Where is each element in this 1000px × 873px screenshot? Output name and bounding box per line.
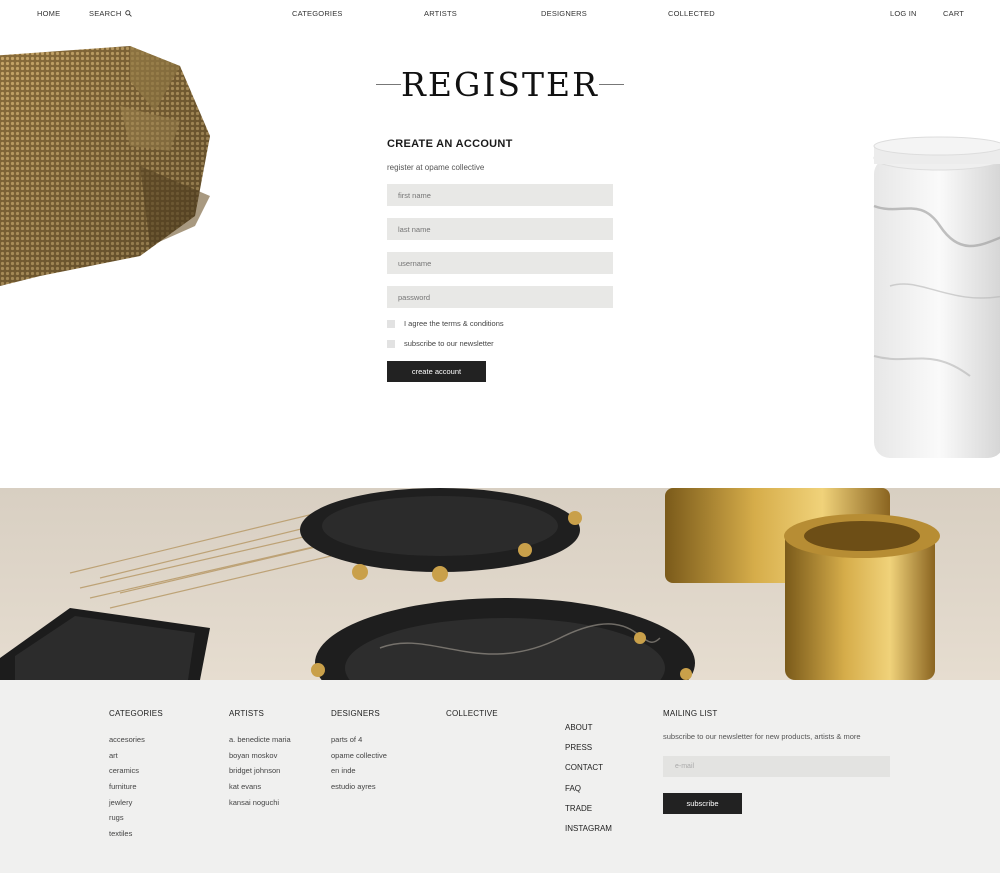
nav-login-link[interactable]: LOG IN bbox=[890, 9, 917, 18]
register-form: CREATE AN ACCOUNT register at opame coll… bbox=[387, 138, 613, 382]
footer-category-link[interactable]: accesories bbox=[109, 732, 163, 748]
title-divider-left bbox=[376, 83, 402, 85]
form-heading: CREATE AN ACCOUNT bbox=[387, 138, 513, 150]
footer-designers: DESIGNERS parts of 4 opame collective en… bbox=[331, 709, 387, 795]
footer-designers-list: parts of 4 opame collective en inde estu… bbox=[331, 732, 387, 795]
footer-designers-heading[interactable]: DESIGNERS bbox=[331, 709, 387, 718]
footer-about-link[interactable]: ABOUT bbox=[565, 723, 612, 743]
footer-artist-link[interactable]: bridget johnson bbox=[229, 763, 291, 779]
first-name-field[interactable] bbox=[387, 184, 613, 206]
page-title: REGISTER bbox=[401, 64, 599, 104]
footer-collective: COLLECTIVE bbox=[446, 709, 498, 718]
footer-categories-list: accesories art ceramics furniture jewler… bbox=[109, 732, 163, 842]
register-hero: REGISTER CREATE AN ACCOUNT register at o… bbox=[0, 26, 1000, 488]
footer-artist-link[interactable]: a. benedicte maria bbox=[229, 732, 291, 748]
footer-about: ABOUT PRESS CONTACT FAQ TRADE INSTAGRAM bbox=[565, 709, 612, 844]
footer-instagram-link[interactable]: INSTAGRAM bbox=[565, 824, 612, 844]
footer-designer-link[interactable]: estudio ayres bbox=[331, 779, 387, 795]
footer-designer-link[interactable]: opame collective bbox=[331, 748, 387, 764]
nav-collected-link[interactable]: COLLECTED bbox=[668, 9, 715, 18]
footer-artist-link[interactable]: kat evans bbox=[229, 779, 291, 795]
newsletter-row: subscribe to our newsletter bbox=[387, 339, 613, 348]
product-lifestyle-photo bbox=[0, 488, 1000, 680]
nav-search[interactable]: SEARCH bbox=[89, 9, 133, 18]
nav-home-link[interactable]: HOME bbox=[37, 9, 60, 18]
password-field[interactable] bbox=[387, 286, 613, 308]
search-icon bbox=[125, 10, 133, 17]
footer-category-link[interactable]: ceramics bbox=[109, 763, 163, 779]
product-photo-illustration bbox=[0, 488, 1000, 680]
footer-artist-link[interactable]: boyan moskov bbox=[229, 748, 291, 764]
footer-faq-link[interactable]: FAQ bbox=[565, 784, 612, 804]
footer-category-link[interactable]: textiles bbox=[109, 826, 163, 842]
footer-press-link[interactable]: PRESS bbox=[565, 743, 612, 763]
form-subheading: register at opame collective bbox=[387, 163, 485, 172]
nav-search-label: SEARCH bbox=[89, 9, 122, 18]
footer-contact-link[interactable]: CONTACT bbox=[565, 763, 612, 783]
footer-categories-heading[interactable]: CATEGORIES bbox=[109, 709, 163, 718]
footer-designer-link[interactable]: parts of 4 bbox=[331, 732, 387, 748]
mailing-list-description: subscribe to our newsletter for new prod… bbox=[663, 732, 861, 741]
footer-artist-link[interactable]: kansai noguchi bbox=[229, 795, 291, 811]
footer-designer-link[interactable]: en inde bbox=[331, 763, 387, 779]
mailing-list-heading: MAILING LIST bbox=[663, 709, 718, 718]
title-divider-right bbox=[598, 83, 624, 85]
footer-category-link[interactable]: rugs bbox=[109, 810, 163, 826]
create-account-button[interactable]: create account bbox=[387, 361, 486, 382]
footer-categories: CATEGORIES accesories art ceramics furni… bbox=[109, 709, 163, 842]
gold-sculpture-image bbox=[0, 46, 210, 286]
username-field[interactable] bbox=[387, 252, 613, 274]
footer-artists-list: a. benedicte maria boyan moskov bridget … bbox=[229, 732, 291, 810]
footer-category-link[interactable]: jewlery bbox=[109, 795, 163, 811]
agree-terms-row: I agree the terms & conditions bbox=[387, 319, 613, 328]
nav-cart-link[interactable]: CART bbox=[943, 9, 964, 18]
footer-mailing-list: MAILING LIST subscribe to our newsletter… bbox=[663, 709, 890, 814]
nav-categories-link[interactable]: CATEGORIES bbox=[292, 9, 343, 18]
newsletter-checkbox[interactable] bbox=[387, 339, 395, 348]
top-navigation: HOME SEARCH CATEGORIES ARTISTS DESIGNERS… bbox=[0, 0, 1000, 26]
nav-designers-link[interactable]: DESIGNERS bbox=[541, 9, 587, 18]
footer-artists-heading[interactable]: ARTISTS bbox=[229, 709, 291, 718]
footer-category-link[interactable]: furniture bbox=[109, 779, 163, 795]
agree-terms-label: I agree the terms & conditions bbox=[404, 319, 504, 328]
footer-trade-link[interactable]: TRADE bbox=[565, 804, 612, 824]
form-fields bbox=[387, 184, 613, 308]
marble-vase-image bbox=[873, 136, 1000, 458]
footer-category-link[interactable]: art bbox=[109, 748, 163, 764]
last-name-field[interactable] bbox=[387, 218, 613, 240]
nav-artists-link[interactable]: ARTISTS bbox=[424, 9, 457, 18]
subscribe-button[interactable]: subscribe bbox=[663, 793, 742, 814]
newsletter-label: subscribe to our newsletter bbox=[404, 339, 494, 348]
email-field[interactable]: e-mail bbox=[663, 756, 890, 777]
site-footer: CATEGORIES accesories art ceramics furni… bbox=[0, 680, 1000, 873]
register-title-wrap: REGISTER bbox=[376, 64, 624, 104]
agree-terms-checkbox[interactable] bbox=[387, 319, 395, 328]
footer-collective-heading[interactable]: COLLECTIVE bbox=[446, 709, 498, 718]
footer-about-list: ABOUT PRESS CONTACT FAQ TRADE INSTAGRAM bbox=[565, 723, 612, 844]
footer-artists: ARTISTS a. benedicte maria boyan moskov … bbox=[229, 709, 291, 810]
